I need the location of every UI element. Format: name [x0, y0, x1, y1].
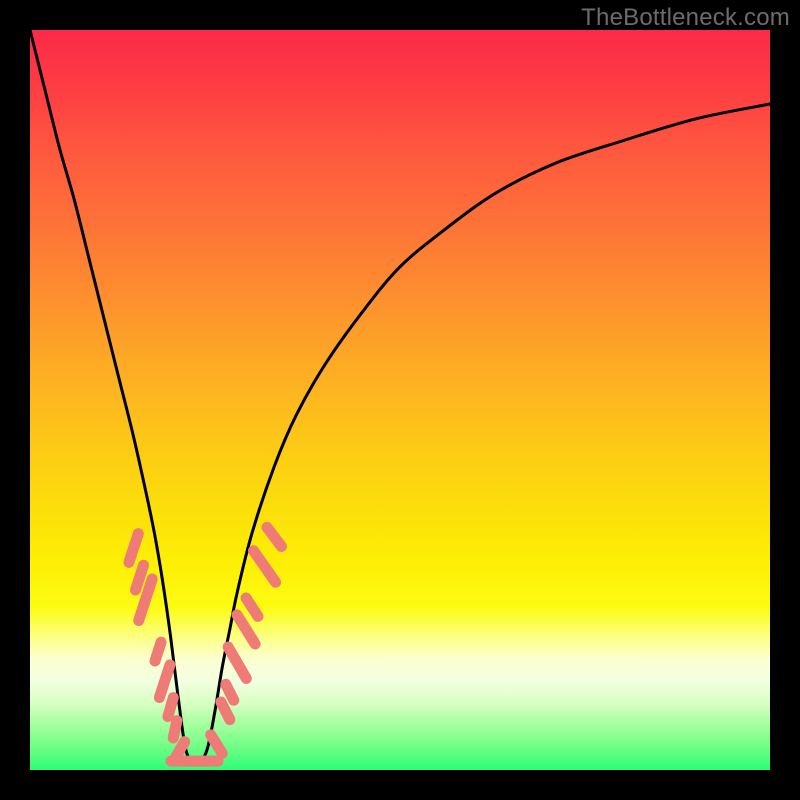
watermark-text: TheBottleneck.com [581, 4, 790, 32]
chart-frame: TheBottleneck.com [0, 0, 800, 800]
heat-gradient-background [30, 30, 770, 770]
plot-area [30, 30, 770, 770]
